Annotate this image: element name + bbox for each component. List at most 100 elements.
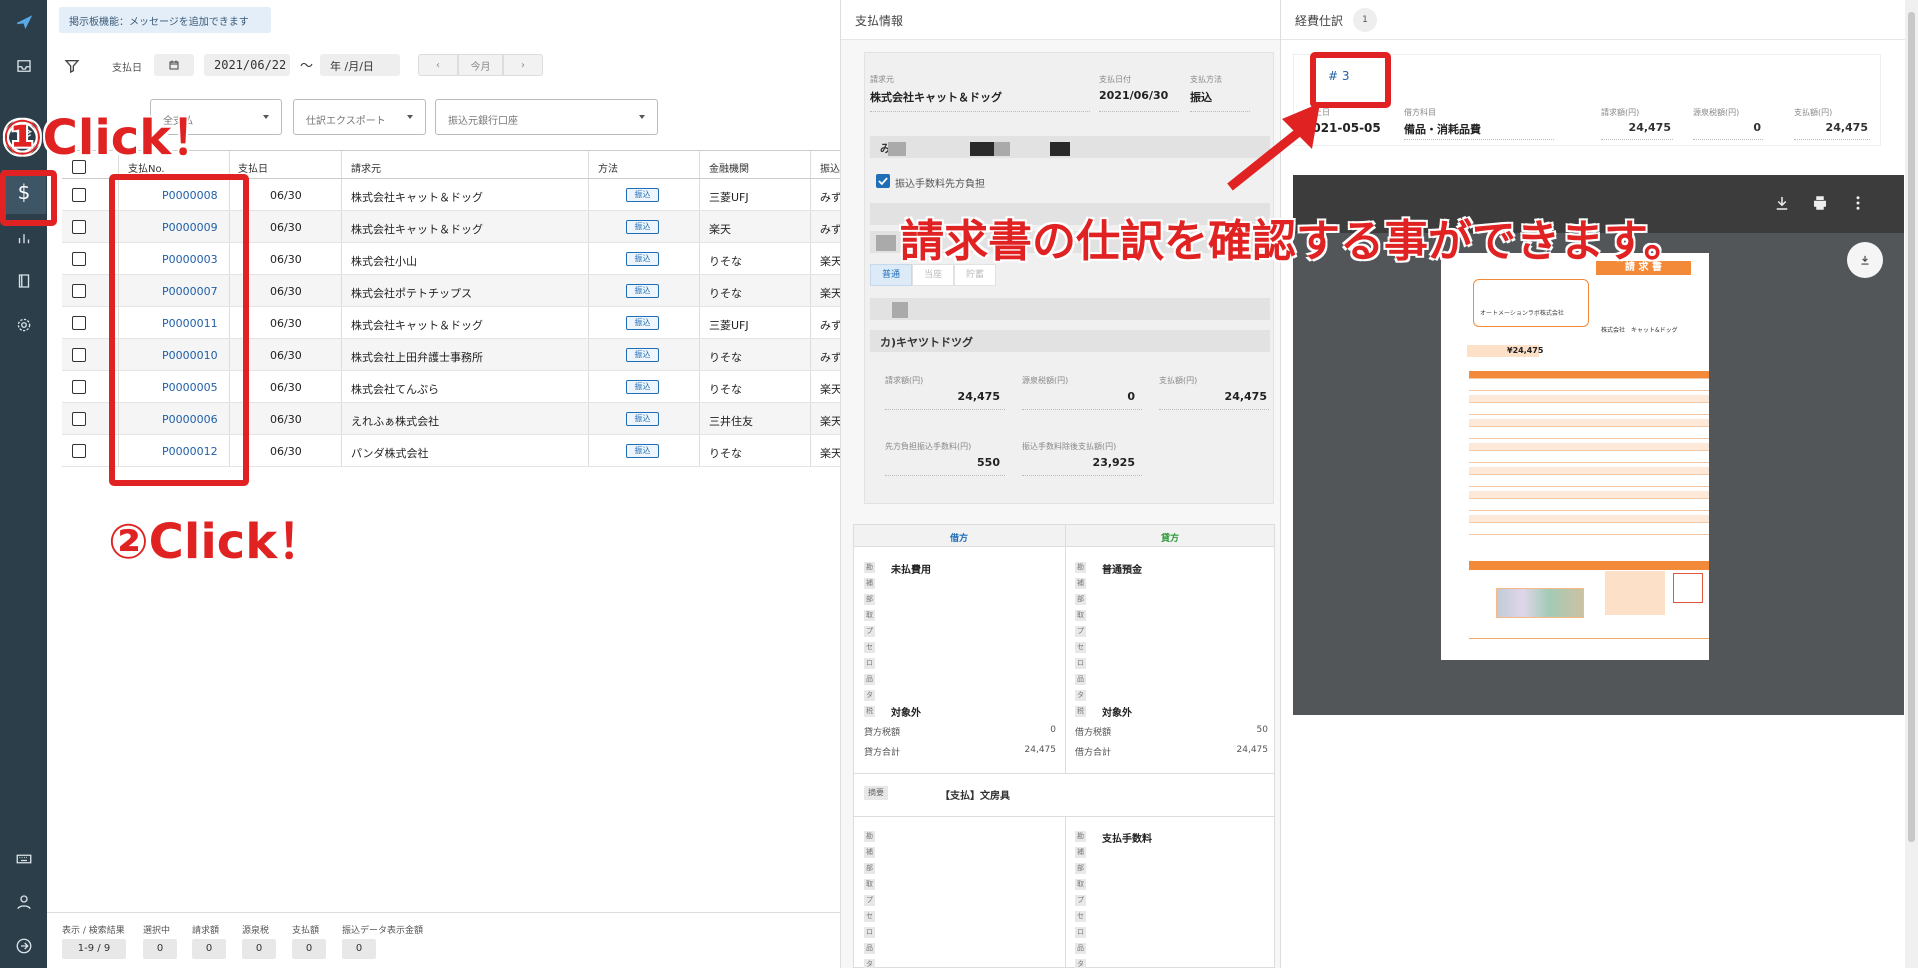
journal-key-label: 補 bbox=[864, 847, 875, 858]
credit-tax-label: 借方税額 bbox=[1075, 728, 1112, 738]
payment-info-panel: 支払情報 請求元 株式会社キャット＆ドッグ 支払日付 2021/06/30 支払… bbox=[840, 0, 1280, 968]
vendor-cell: 株式会社キャット＆ドッグ bbox=[351, 191, 483, 204]
logout-arrow-icon[interactable] bbox=[10, 932, 37, 959]
header-vendor: 請求元 bbox=[351, 164, 381, 175]
payment-date-cell: 06/30 bbox=[270, 189, 302, 202]
column-divider bbox=[810, 435, 811, 466]
scrollbar-thumb[interactable] bbox=[1908, 12, 1915, 842]
pay-amount-label: 支払額(円) bbox=[1159, 376, 1198, 385]
vendor-cell: 株式会社キャット＆ドッグ bbox=[351, 319, 483, 332]
method-badge: 振込 bbox=[626, 444, 659, 458]
calendar-button[interactable] bbox=[154, 54, 194, 76]
row-checkbox[interactable] bbox=[72, 412, 86, 426]
redaction-block bbox=[1050, 142, 1070, 156]
vendor-underline bbox=[870, 111, 1090, 112]
payment-date-cell: 06/30 bbox=[270, 253, 302, 266]
vendor-cell: 株式会社上田弁護士事務所 bbox=[351, 351, 483, 364]
date-from-input[interactable]: 2021/06/22 bbox=[204, 54, 290, 76]
invoice-amount-label: 請求額(円) bbox=[885, 376, 924, 385]
this-month-button[interactable]: 今月 bbox=[458, 54, 503, 76]
pay-amount-underline bbox=[1159, 409, 1269, 410]
source-bank-select[interactable]: 振込元銀行口座 bbox=[435, 99, 658, 135]
credit-header: 貸方 bbox=[1161, 534, 1180, 544]
keyboard-icon[interactable] bbox=[10, 845, 37, 872]
second-credit-account: 支払手数料 bbox=[1102, 834, 1152, 845]
bank-name-field[interactable]: み bbox=[870, 136, 1270, 158]
journal-key-label: ロ bbox=[1075, 927, 1086, 938]
date-to-input[interactable]: 年 /月/日 bbox=[320, 54, 400, 76]
user-icon[interactable] bbox=[10, 888, 37, 915]
column-divider bbox=[810, 151, 811, 178]
column-divider bbox=[588, 151, 589, 178]
next-month-button[interactable]: › bbox=[503, 54, 543, 76]
page-scrollbar[interactable] bbox=[1905, 0, 1918, 968]
payment-panel-title: 支払情報 bbox=[855, 14, 904, 28]
invoice-line-row bbox=[1469, 431, 1709, 439]
footer-label-results: 表示 / 検索結果 bbox=[62, 926, 125, 936]
redaction-block bbox=[888, 142, 906, 156]
calendar-icon bbox=[169, 60, 179, 70]
journal-key-label: タ bbox=[1075, 959, 1086, 968]
annotation-highlight-payment-numbers bbox=[109, 174, 249, 486]
footer-label-invoice: 請求額 bbox=[192, 926, 220, 936]
print-icon[interactable] bbox=[1811, 194, 1829, 212]
journal-key-label: 品 bbox=[864, 674, 875, 685]
column-divider bbox=[810, 179, 811, 210]
column-divider bbox=[341, 179, 342, 210]
row-checkbox[interactable] bbox=[72, 316, 86, 330]
method-badge: 振込 bbox=[626, 316, 659, 330]
pay-amount-value: 24,475 bbox=[1224, 390, 1267, 403]
transfer-cell: 楽天 bbox=[820, 415, 842, 428]
bank-cell: りそな bbox=[709, 383, 742, 396]
invoice-line-row bbox=[1469, 527, 1709, 535]
credit-tax-value: 50 bbox=[1256, 725, 1268, 735]
credit-tax-category: 対象外 bbox=[1102, 708, 1132, 719]
expense-account-value: 備品・消耗品費 bbox=[1404, 123, 1481, 136]
footer-label-payment: 支払額 bbox=[292, 926, 320, 936]
row-checkbox[interactable] bbox=[72, 252, 86, 266]
transfer-cell: 楽天 bbox=[820, 447, 842, 460]
row-checkbox[interactable] bbox=[72, 380, 86, 394]
inbox-icon[interactable] bbox=[10, 52, 37, 79]
payment-date-cell: 06/30 bbox=[270, 413, 302, 426]
row-checkbox[interactable] bbox=[72, 284, 86, 298]
withholding-underline bbox=[1022, 409, 1142, 410]
pay-date-label: 支払日付 bbox=[1099, 75, 1131, 84]
account-name-field[interactable]: カ)キヤツトドツグ bbox=[870, 330, 1270, 352]
settings-gear-icon[interactable] bbox=[10, 311, 37, 338]
invoice-subtotal-box bbox=[1605, 571, 1665, 615]
summary-footer: 表示 / 検索結果 選択中 請求額 源泉税 支払額 振込データ表示金額 1-9 … bbox=[47, 912, 843, 968]
footer-value-withholding: 0 bbox=[242, 939, 276, 959]
chart-icon[interactable] bbox=[10, 224, 37, 251]
book-icon[interactable] bbox=[10, 267, 37, 294]
bank-cell: 三菱UFJ bbox=[709, 319, 749, 332]
journal-export-select[interactable]: 仕訳エクスポート bbox=[293, 99, 426, 135]
message-board[interactable]: 掲示板機能：メッセージを追加できます bbox=[59, 7, 271, 33]
column-divider bbox=[810, 243, 811, 274]
invoice-footer-line bbox=[1469, 638, 1709, 639]
column-divider bbox=[588, 403, 589, 434]
net-underline bbox=[1022, 475, 1142, 476]
redaction-block bbox=[994, 142, 1010, 156]
row-checkbox[interactable] bbox=[72, 348, 86, 362]
filter-icon[interactable] bbox=[64, 58, 80, 74]
download-icon[interactable] bbox=[1773, 194, 1791, 212]
expense-invoice-value: 24,475 bbox=[1628, 121, 1671, 134]
account-number-field[interactable] bbox=[870, 298, 1270, 320]
annotation-callout: 請求書の仕訳を確認する事ができます。 bbox=[900, 216, 1688, 267]
row-checkbox[interactable] bbox=[72, 444, 86, 458]
column-divider bbox=[341, 371, 342, 402]
logo-icon[interactable] bbox=[10, 8, 37, 35]
more-vert-icon[interactable] bbox=[1849, 194, 1867, 212]
journal-key-label: ロ bbox=[1075, 658, 1086, 669]
expense-panel-title: 経費仕訳 bbox=[1295, 14, 1344, 28]
row-checkbox[interactable] bbox=[72, 188, 86, 202]
bank-cell: 三井住友 bbox=[709, 415, 753, 428]
download-button[interactable] bbox=[1847, 242, 1883, 278]
row-checkbox[interactable] bbox=[72, 220, 86, 234]
debit-total-label: 貸方合計 bbox=[864, 748, 901, 758]
prev-month-button[interactable]: ‹ bbox=[418, 54, 458, 76]
invoice-separator bbox=[1469, 561, 1709, 570]
fee-burden-checkbox[interactable] bbox=[876, 174, 890, 188]
journal-key-label: 取 bbox=[864, 610, 875, 621]
